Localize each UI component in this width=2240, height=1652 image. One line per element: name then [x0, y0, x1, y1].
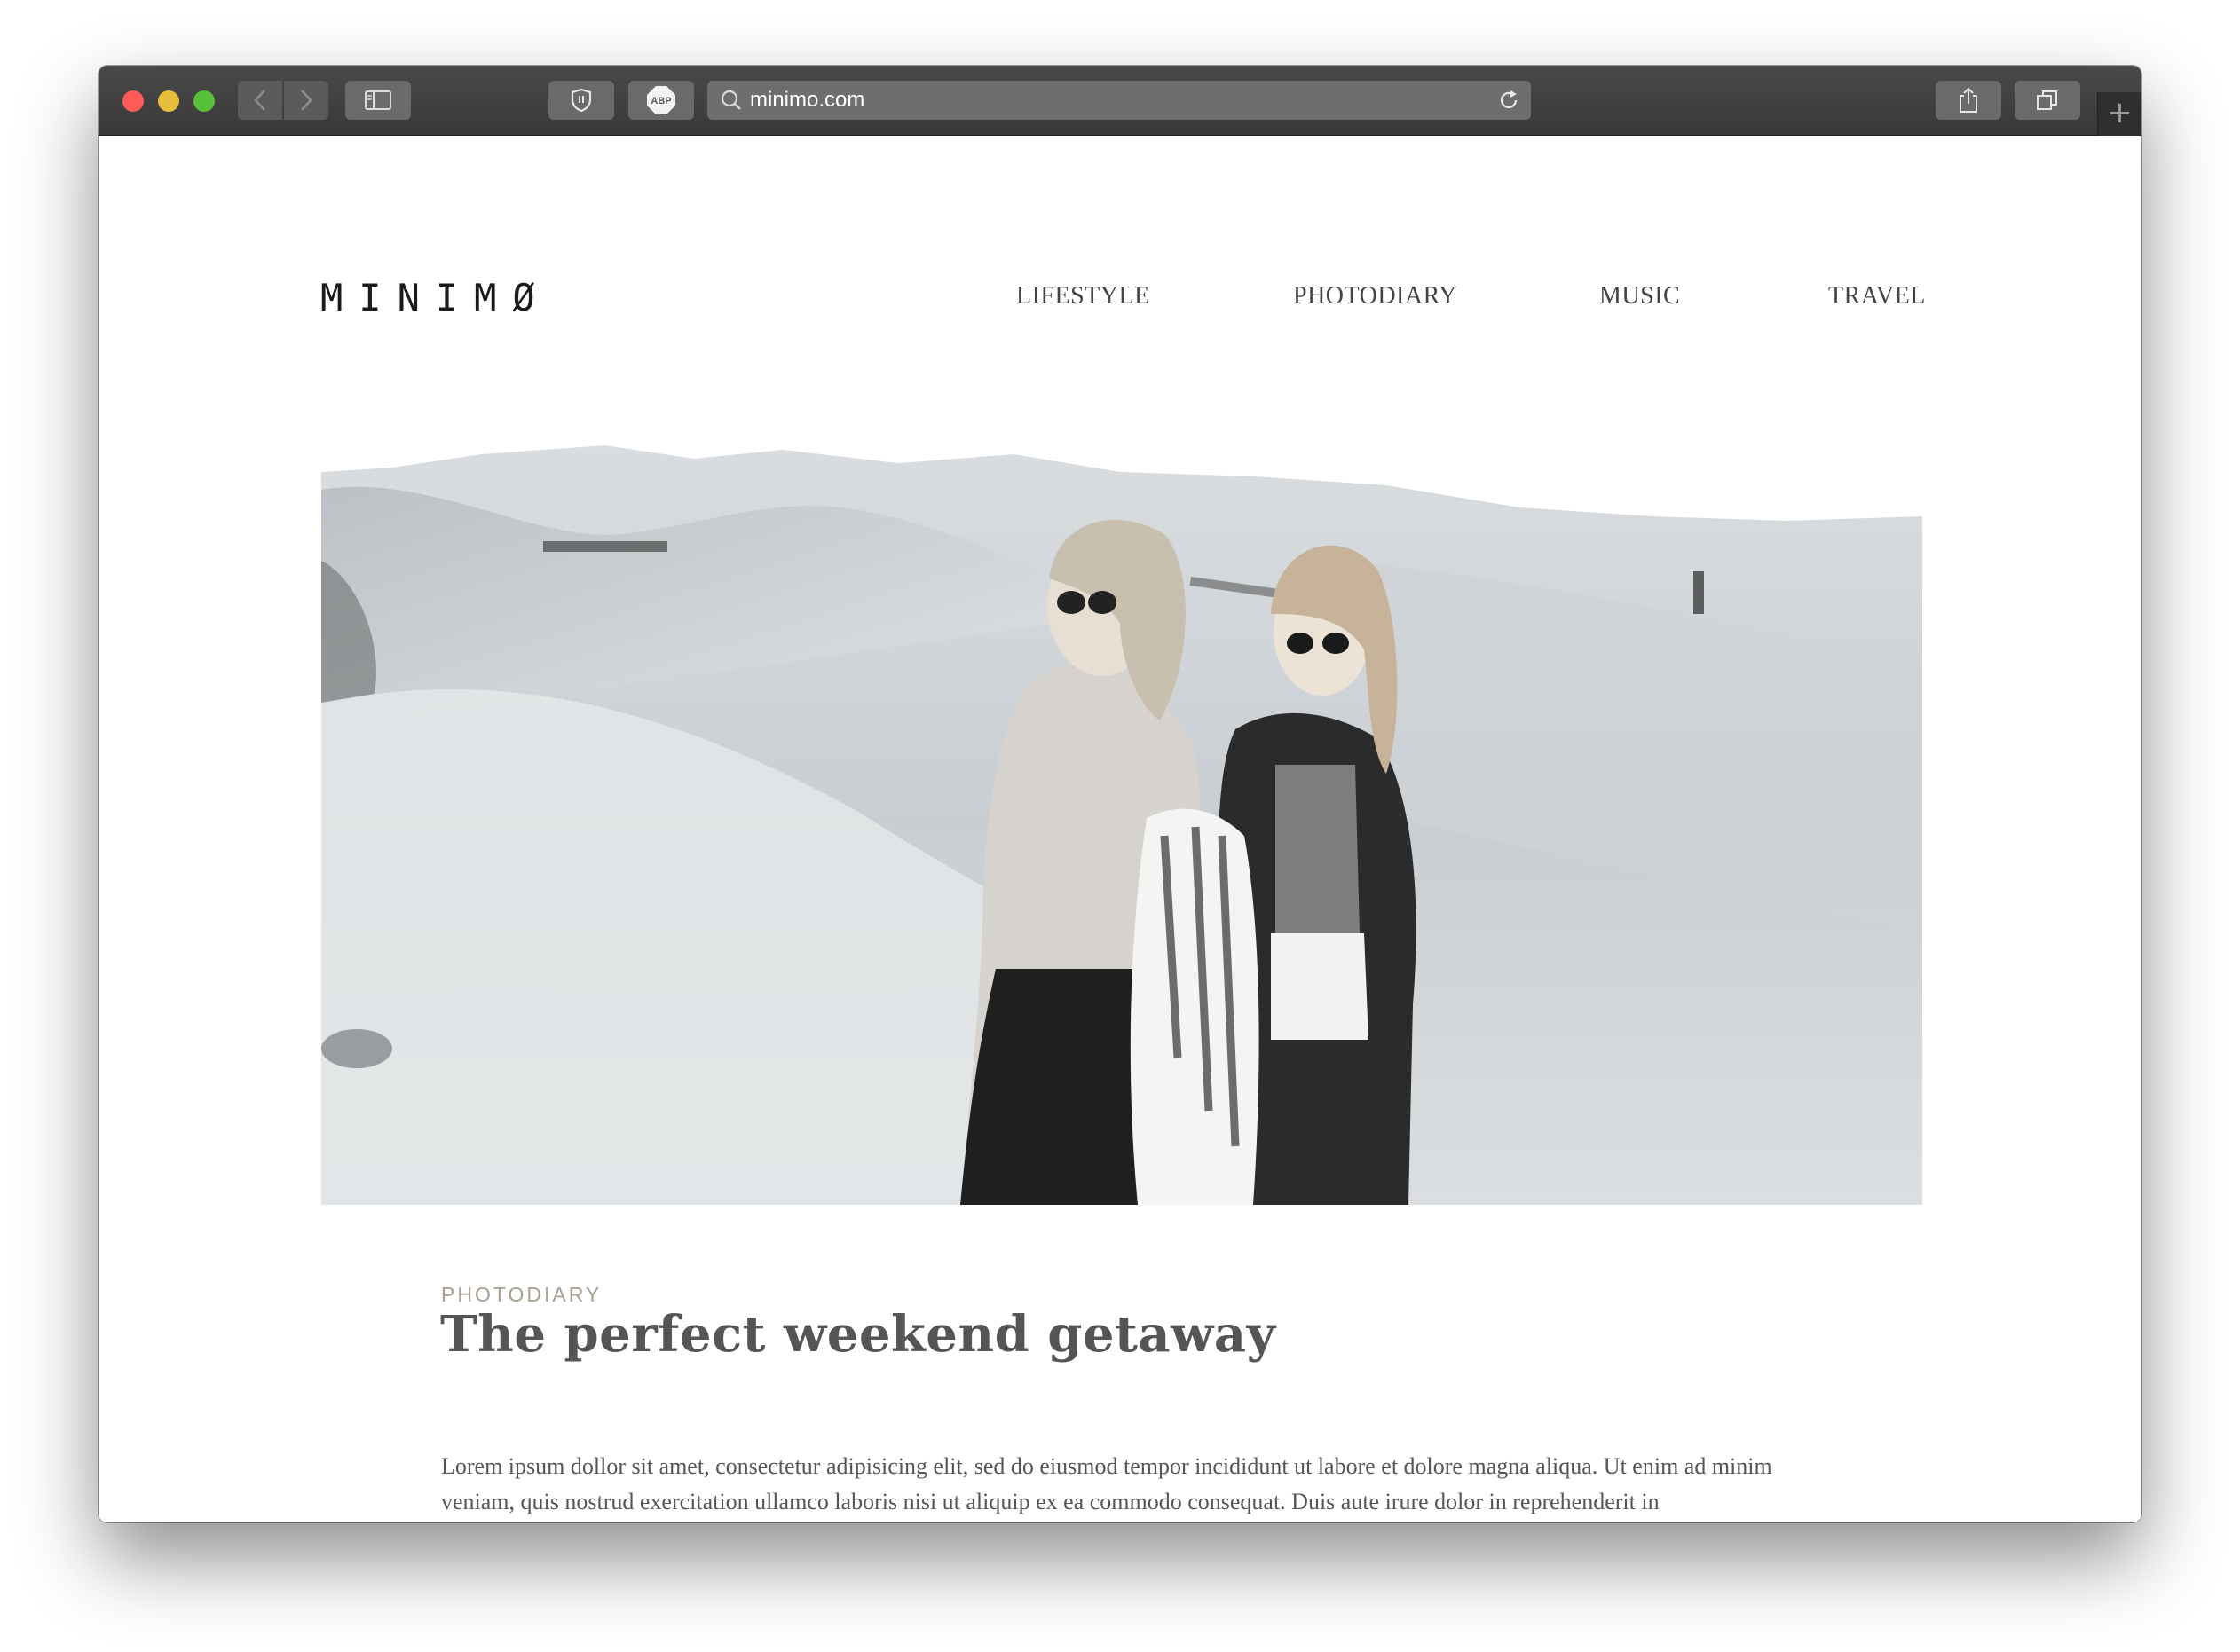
tabs-icon — [2037, 90, 2057, 110]
share-button[interactable] — [1936, 81, 2001, 120]
nav-music[interactable]: MUSIC — [1599, 282, 1680, 311]
adblock-icon: ABP — [647, 86, 675, 114]
share-icon — [1960, 87, 1977, 113]
maximize-window-button[interactable] — [193, 90, 215, 112]
web-page: MINIMØ LIFESTYLE PHOTODIARY MUSIC TRAVEL — [99, 136, 2141, 1522]
svg-text:ABP: ABP — [651, 96, 671, 106]
search-icon — [721, 90, 741, 110]
new-tab-button[interactable]: + — [2097, 92, 2141, 136]
forward-icon — [301, 90, 312, 111]
back-icon — [254, 90, 265, 111]
forward-button[interactable] — [284, 81, 328, 120]
minimize-window-button[interactable] — [158, 90, 179, 112]
browser-toolbar: ABP minimo.com + — [99, 66, 2141, 136]
hero-image — [321, 437, 1922, 1205]
url-text: minimo.com — [750, 88, 865, 112]
browser-window: ABP minimo.com + MINIMØ LIFESTYLE PHOTOD… — [99, 66, 2141, 1522]
back-button[interactable] — [238, 81, 282, 120]
address-bar[interactable]: minimo.com — [707, 81, 1531, 120]
shield-icon — [571, 88, 592, 113]
history-nav — [238, 81, 328, 120]
site-logo[interactable]: MINIMØ — [320, 276, 551, 319]
nav-travel[interactable]: TRAVEL — [1828, 282, 1926, 311]
adblock-extension-button[interactable]: ABP — [628, 81, 694, 120]
article-body: Lorem ipsum dollor sit amet, consectetur… — [441, 1453, 1772, 1514]
show-tabs-button[interactable] — [2015, 81, 2080, 120]
sidebar-button[interactable] — [345, 81, 411, 120]
nav-photodiary[interactable]: PHOTODIARY — [1293, 282, 1457, 311]
close-window-button[interactable] — [122, 90, 144, 112]
article-title: The perfect weekend getaway — [440, 1305, 1276, 1364]
reload-icon[interactable] — [1497, 89, 1520, 112]
privacy-extension-button[interactable] — [548, 81, 614, 120]
sidebar-icon — [365, 90, 391, 110]
new-tab-icon: + — [2107, 95, 2133, 130]
article-category[interactable]: PHOTODIARY — [441, 1283, 602, 1307]
nav-lifestyle[interactable]: LIFESTYLE — [1016, 282, 1150, 311]
